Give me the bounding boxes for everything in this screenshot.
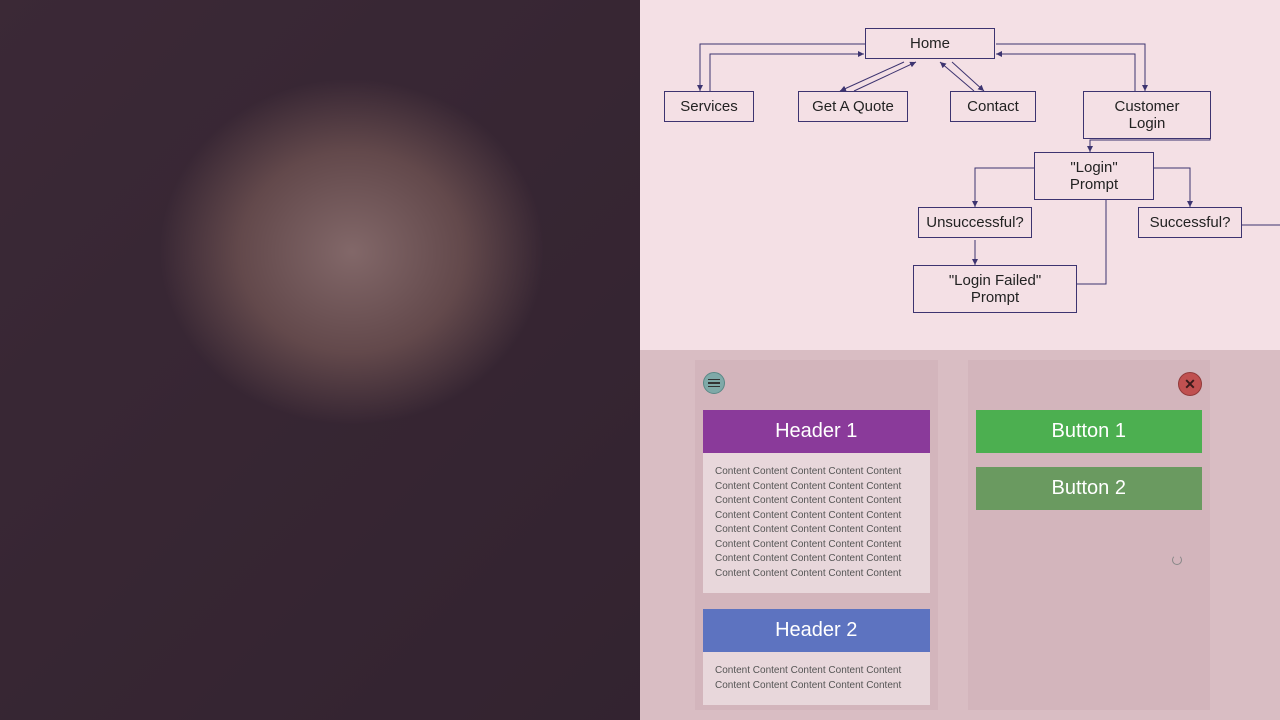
- node-customer-login: Customer Login: [1083, 91, 1211, 139]
- header-label: Header 1: [775, 420, 857, 442]
- wireframe-card-left: Header 1 Content Content Content Content…: [695, 360, 938, 710]
- node-label: Customer Login: [1096, 98, 1198, 132]
- content-text: Content Content Content Content Content …: [715, 466, 901, 579]
- decorative-photo: [0, 0, 640, 720]
- node-successful: Successful?: [1138, 207, 1242, 238]
- node-label: Successful?: [1150, 214, 1231, 231]
- node-label: Home: [910, 35, 950, 52]
- hamburger-icon[interactable]: [703, 372, 725, 394]
- node-label: Get A Quote: [812, 98, 894, 115]
- content-text: Content Content Content Content Content …: [715, 665, 901, 691]
- header-two: Header 2: [703, 609, 930, 652]
- content-block-two: Content Content Content Content Content …: [703, 652, 930, 705]
- content-block-one: Content Content Content Content Content …: [703, 453, 930, 593]
- header-one: Header 1: [703, 410, 930, 453]
- node-get-quote: Get A Quote: [798, 91, 908, 122]
- node-home: Home: [865, 28, 995, 59]
- node-contact: Contact: [950, 91, 1036, 122]
- node-label: Services: [680, 98, 738, 115]
- node-services: Services: [664, 91, 754, 122]
- wireframe-card-right: ✕ Button 1 Button 2: [968, 360, 1211, 710]
- node-unsuccessful: Unsuccessful?: [918, 207, 1032, 238]
- node-label: "Login Failed" Prompt: [926, 272, 1064, 306]
- node-label: "Login" Prompt: [1047, 159, 1141, 193]
- flowchart-panel: Home Services Get A Quote Contact Custom…: [640, 0, 1280, 350]
- node-label: Contact: [967, 98, 1019, 115]
- button-label: Button 2: [1051, 477, 1126, 499]
- wireframe-panel: Header 1 Content Content Content Content…: [640, 350, 1280, 720]
- node-label: Unsuccessful?: [926, 214, 1024, 231]
- button-label: Button 1: [1051, 420, 1126, 442]
- button-one[interactable]: Button 1: [976, 410, 1203, 453]
- header-label: Header 2: [775, 619, 857, 641]
- close-icon[interactable]: ✕: [1178, 372, 1202, 396]
- node-login-prompt: "Login" Prompt: [1034, 152, 1154, 200]
- loading-icon: [1172, 555, 1182, 565]
- node-login-failed: "Login Failed" Prompt: [913, 265, 1077, 313]
- button-two[interactable]: Button 2: [976, 467, 1203, 510]
